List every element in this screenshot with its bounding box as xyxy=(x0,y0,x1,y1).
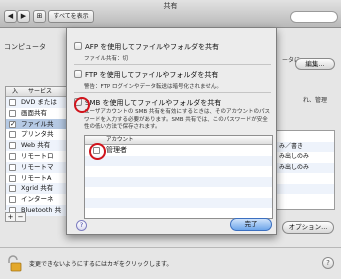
account-row xyxy=(85,155,272,166)
service-row[interactable]: リモートロ xyxy=(6,151,69,162)
divider xyxy=(74,64,271,65)
divider xyxy=(0,247,341,248)
service-row[interactable]: Xgrid 共有 xyxy=(6,183,69,195)
title-bar: 共有 ◀ ▶ ⊞ すべてを表示 xyxy=(0,0,341,28)
checkbox-icon[interactable] xyxy=(9,152,16,160)
service-name: ファイル共 xyxy=(21,119,54,128)
checkbox-icon[interactable] xyxy=(74,70,82,78)
checkbox-icon[interactable] xyxy=(9,163,16,171)
ftp-warning: 警告：FTP ログインやデータ転送は暗号化されません。 xyxy=(84,84,222,90)
permission-row xyxy=(276,173,334,184)
lock-message: 変更できないようにするにはカギをクリックします。 xyxy=(29,261,173,268)
service-name: インターネ xyxy=(21,195,54,204)
header-on: 入 xyxy=(12,88,19,95)
checkbox-icon[interactable] xyxy=(9,142,16,150)
service-name: 画面共有 xyxy=(21,108,47,117)
permission-row[interactable]: み出しのみ xyxy=(276,162,334,173)
service-row[interactable]: プリンタ共 xyxy=(6,129,69,140)
edit-button[interactable]: 編集... xyxy=(295,58,335,70)
service-name: リモートA xyxy=(21,173,52,182)
account-row xyxy=(85,197,272,208)
done-button[interactable]: 完了 xyxy=(230,218,272,231)
service-name: リモートロ xyxy=(21,151,54,160)
service-row[interactable]: リモートA xyxy=(6,173,69,184)
forward-button[interactable]: ▶ xyxy=(17,10,30,23)
smb-checkbox[interactable]: SMB を使用してファイルやフォルダを共有 xyxy=(74,98,221,108)
checkbox-icon[interactable] xyxy=(74,42,82,50)
service-row[interactable]: 画面共有 xyxy=(6,108,69,119)
checkbox-icon[interactable] xyxy=(74,98,82,106)
smb-label: SMB を使用してファイルやフォルダを共有 xyxy=(85,99,222,107)
divider xyxy=(74,92,271,93)
permissions-list: み／書き み出しのみ み出しのみ xyxy=(275,130,335,210)
options-button[interactable]: オプション... xyxy=(282,221,334,234)
service-row[interactable]: ファイル共 xyxy=(6,118,69,130)
service-list: 入 サービス DVD または画面共有ファイル共プリンタ共 Web 共有リモートロリ… xyxy=(5,86,70,216)
service-list-header: 入 サービス xyxy=(6,87,69,97)
service-name: DVD または xyxy=(21,98,57,106)
service-row[interactable]: リモートマ xyxy=(6,161,69,173)
grid-view-icon[interactable]: ⊞ xyxy=(33,10,46,23)
search-input[interactable] xyxy=(290,11,338,23)
ftp-label: FTP を使用してファイルやフォルダを共有 xyxy=(85,71,219,79)
permission-row xyxy=(276,194,334,205)
checkbox-icon[interactable] xyxy=(9,119,16,129)
permission-row[interactable]: み／書き xyxy=(276,141,334,152)
permission-row[interactable]: み出しのみ xyxy=(276,152,334,163)
show-all-button[interactable]: すべてを表示 xyxy=(48,10,94,23)
checkbox-icon[interactable] xyxy=(9,109,16,117)
smb-description: ユーザアカウントの SMB 共有を有効にするときは、そのアカウントのパスワードを… xyxy=(84,109,270,130)
account-list: アカウント 管理者 xyxy=(84,135,273,219)
service-name: リモートマ xyxy=(21,162,54,171)
checkbox-icon[interactable] xyxy=(9,174,16,182)
help-icon[interactable]: ? xyxy=(322,257,334,269)
header-service: サービス xyxy=(28,88,53,95)
account-row xyxy=(85,208,272,219)
checkbox-icon[interactable] xyxy=(9,99,16,106)
permission-row[interactable] xyxy=(276,131,334,142)
file-sharing-options-sheet: AFP を使用してファイルやフォルダを共有 ファイル共有：切 FTP を使用して… xyxy=(66,28,277,235)
service-name: Bluetooth 共 xyxy=(21,205,62,214)
account-name: 管理者 xyxy=(106,146,127,154)
permission-row xyxy=(276,183,334,194)
account-header: アカウント xyxy=(85,136,272,145)
back-button[interactable]: ◀ xyxy=(4,10,17,23)
afp-checkbox[interactable]: AFP を使用してファイルやフォルダを共有 xyxy=(74,42,219,52)
service-name: Web 共有 xyxy=(21,141,51,150)
checkbox-icon[interactable] xyxy=(93,147,100,154)
afp-status: ファイル共有：切 xyxy=(84,56,129,62)
lock-icon[interactable] xyxy=(5,255,23,275)
account-row xyxy=(85,176,272,187)
account-row[interactable]: 管理者 xyxy=(85,145,272,156)
checkbox-icon[interactable] xyxy=(9,131,16,139)
account-row xyxy=(85,166,272,177)
ftp-checkbox[interactable]: FTP を使用してファイルやフォルダを共有 xyxy=(74,70,218,80)
service-row[interactable]: DVD または xyxy=(6,97,69,108)
service-row[interactable]: インターネ xyxy=(6,194,69,205)
service-name: プリンタ共 xyxy=(21,130,54,139)
service-name: Xgrid 共有 xyxy=(21,184,54,193)
sharing-window: 共有 ◀ ▶ ⊞ すべてを表示 コンピュータ ータに 編集... れ、管理 入 … xyxy=(0,0,341,279)
checkbox-icon[interactable] xyxy=(9,196,16,204)
checkbox-icon[interactable] xyxy=(9,185,16,193)
account-row xyxy=(85,187,272,198)
help-icon[interactable]: ? xyxy=(76,220,87,231)
afp-label: AFP を使用してファイルやフォルダを共有 xyxy=(85,43,220,51)
remove-button[interactable]: − xyxy=(15,212,26,222)
background-text-fragment: れ、管理 xyxy=(303,97,328,104)
computer-name-label: コンピュータ xyxy=(4,43,46,51)
service-row[interactable]: Web 共有 xyxy=(6,140,69,151)
